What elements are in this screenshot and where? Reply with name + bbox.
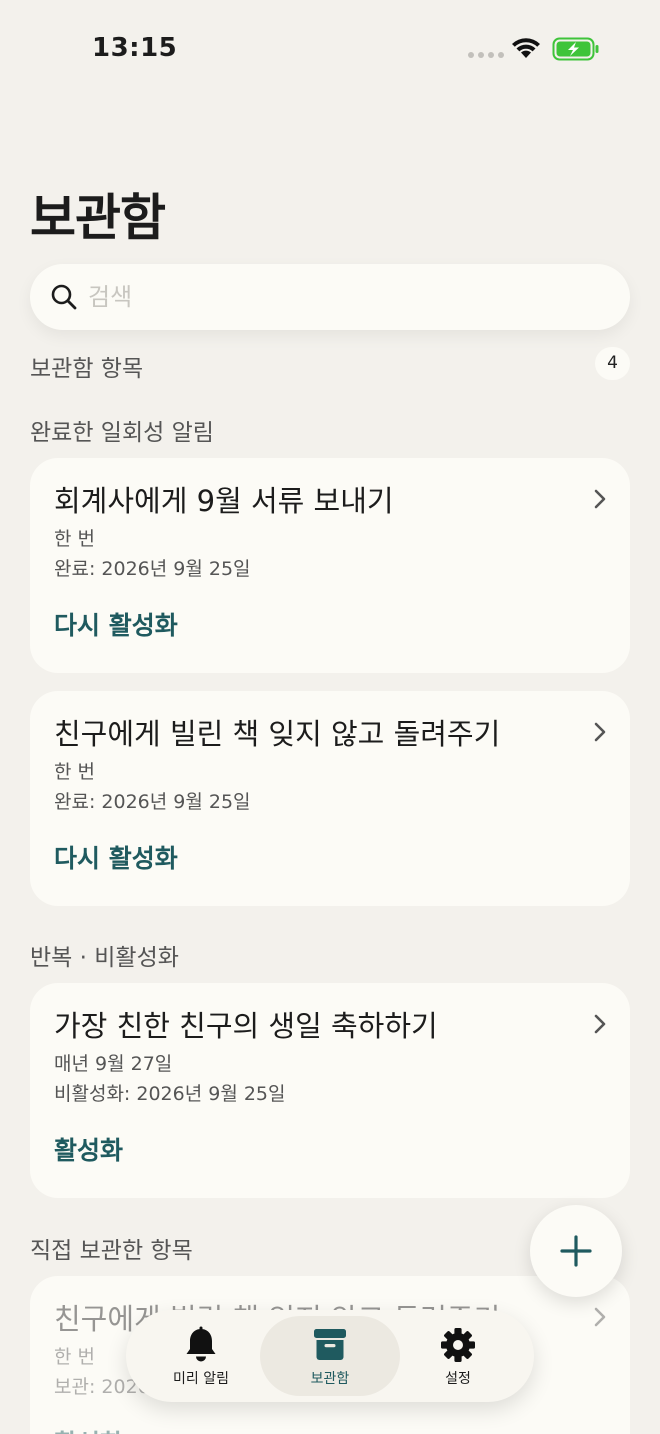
add-reminder-button[interactable] (530, 1205, 622, 1297)
reminder-frequency: 한 번 (54, 761, 95, 783)
bell-icon (186, 1326, 216, 1362)
archive-count-badge: 4 (595, 347, 630, 380)
reminder-title: 친구에게 빌린 책 잊지 않고 돌려주기 (54, 717, 501, 751)
tab-label: 미리 알림 (173, 1371, 229, 1387)
search-input[interactable] (88, 264, 608, 330)
tab-label: 보관함 (310, 1371, 350, 1387)
page-title: 보관함 (30, 189, 166, 247)
reminder-completed-date: 완료: 2026년 9월 25일 (54, 558, 251, 580)
reminder-card[interactable]: 가장 친한 친구의 생일 축하하기 매년 9월 27일 비활성화: 2026년 … (30, 983, 630, 1198)
tab-reminders[interactable]: 미리 알림 (141, 1310, 261, 1402)
tab-label: 설정 (445, 1371, 471, 1387)
reminder-deactivated-date: 비활성화: 2026년 9월 25일 (54, 1083, 286, 1105)
bottom-tab-bar: 미리 알림 보관함 설정 (126, 1310, 534, 1402)
reactivate-button[interactable]: 다시 활성화 (54, 606, 178, 642)
tab-archive[interactable]: 보관함 (270, 1310, 390, 1402)
reminder-title: 회계사에게 9월 서류 보내기 (54, 484, 394, 518)
battery-charging-icon (552, 37, 599, 61)
reminder-card[interactable]: 회계사에게 9월 서류 보내기 한 번 완료: 2026년 9월 25일 다시 … (30, 458, 630, 673)
reminder-frequency: 매년 9월 27일 (54, 1053, 173, 1075)
gear-icon (441, 1328, 475, 1362)
chevron-right-icon (594, 1307, 606, 1327)
archive-box-icon (314, 1329, 346, 1360)
activate-button[interactable]: 활성화 (54, 1131, 123, 1167)
search-bar[interactable] (30, 264, 630, 330)
status-time: 13:15 (92, 33, 178, 63)
reminder-title: 가장 친한 친구의 생일 축하하기 (54, 1009, 438, 1043)
archive-items-label: 보관함 항목 (30, 356, 144, 382)
status-bar: 13:15 (0, 0, 660, 100)
chevron-right-icon (594, 1014, 606, 1034)
tab-settings[interactable]: 설정 (398, 1310, 518, 1402)
wifi-icon (512, 38, 540, 58)
reminder-card[interactable]: 친구에게 빌린 책 잊지 않고 돌려주기 한 번 완료: 2026년 9월 25… (30, 691, 630, 906)
chevron-right-icon (594, 489, 606, 509)
reminder-frequency: 한 번 (54, 528, 95, 550)
chevron-right-icon (594, 722, 606, 742)
cellular-signal-icon (468, 52, 504, 58)
section-title-manually-archived: 직접 보관한 항목 (30, 1238, 193, 1264)
reminder-completed-date: 완료: 2026년 9월 25일 (54, 791, 251, 813)
section-title-recurring-inactive: 반복 · 비활성화 (30, 945, 179, 971)
section-title-completed-one-time: 완료한 일회성 알림 (30, 420, 214, 446)
search-icon (51, 284, 77, 310)
reminder-frequency: 한 번 (54, 1346, 95, 1368)
reactivate-button[interactable]: 다시 활성화 (54, 839, 178, 875)
plus-icon (560, 1235, 592, 1267)
activate-button[interactable]: 활성화 (54, 1424, 123, 1434)
